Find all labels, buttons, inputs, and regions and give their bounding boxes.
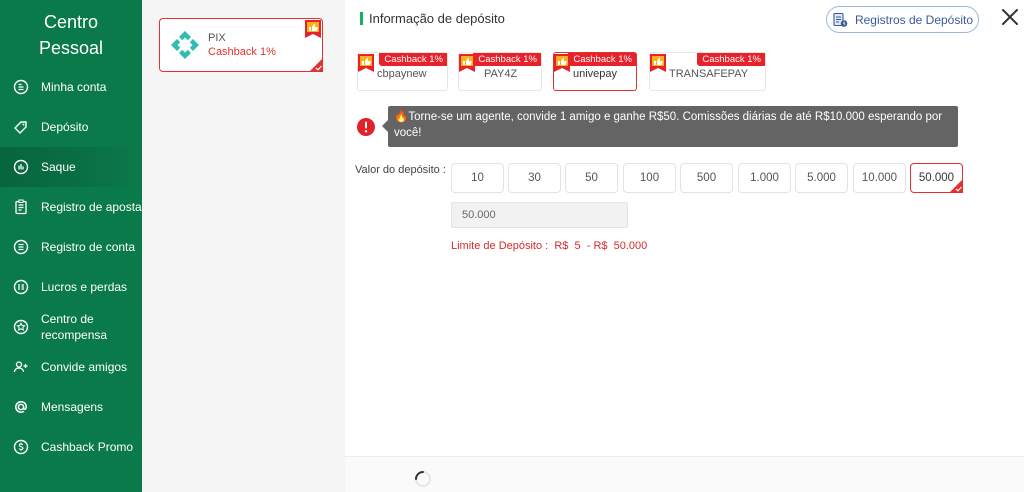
amount-option-500[interactable]: 500 [680, 163, 733, 193]
sidebar-item-label: Lucros e perdas [41, 280, 128, 294]
amount-option-10[interactable]: 10 [451, 163, 504, 193]
amount-option-50000[interactable]: 50.000 [910, 163, 963, 193]
agent-promo-tooltip: 🔥Torne-se um agente, convide 1 amigo e g… [382, 106, 958, 147]
selected-check-icon [949, 179, 963, 193]
invite-friends-icon [12, 358, 30, 376]
sidebar-item-label: Minha conta [41, 80, 107, 94]
sidebar-item-label: Registro de conta [41, 240, 136, 254]
sidebar-item-lucros-perdas[interactable]: Lucros e perdas [0, 267, 142, 307]
sidebar-item-minha-conta[interactable]: Minha conta [0, 67, 142, 107]
payment-method-name: PIX [208, 32, 226, 44]
provider-name: cbpaynew [377, 68, 427, 80]
at-sign-icon [12, 398, 30, 416]
loading-spinner-icon [415, 471, 431, 487]
amount-option-100[interactable]: 100 [623, 163, 676, 193]
provider-name: TRANSAFEPAY [669, 68, 749, 80]
amount-option-10000[interactable]: 10.000 [853, 163, 906, 193]
sidebar-item-label: Saque [41, 160, 76, 174]
sidebar-item-mensagens[interactable]: Mensagens [0, 387, 142, 427]
sidebar-item-label: Mensagens [41, 400, 104, 414]
deposit-amount-input[interactable] [451, 202, 628, 228]
sidebar-item-centro-recompensa[interactable]: Centro de recompensa [0, 307, 142, 347]
sidebar-item-cashback-promo[interactable]: Cashback Promo [0, 427, 142, 467]
sidebar-item-saque[interactable]: Saque [0, 147, 142, 187]
title-accent-bar [360, 12, 363, 25]
pix-logo-icon [171, 31, 199, 59]
sidebar-item-convide-amigos[interactable]: Convide amigos [0, 347, 142, 387]
page-title: Informação de depósito [369, 11, 505, 26]
sidebar-item-label: Depósito [41, 120, 89, 134]
amount-option-1000[interactable]: 1.000 [738, 163, 791, 193]
bet-record-icon [12, 198, 30, 216]
cashback-tag: Cashback 1% [568, 53, 636, 66]
user-circle-icon [12, 78, 30, 96]
payment-method-pix[interactable]: PIX Cashback 1% [159, 18, 323, 72]
provider-name: PAY4Z [484, 68, 518, 80]
provider-name: univepay [573, 68, 618, 80]
sidebar-item-registro-conta[interactable]: Registro de conta [0, 227, 142, 267]
provider-transafepay[interactable]: Cashback 1% TRANSAFEPAY [649, 52, 766, 91]
payment-method-cashback: Cashback 1% [208, 46, 276, 58]
sidebar-title-line1: Centro [43, 12, 99, 32]
sidebar-item-label: Registro de apostas [41, 200, 148, 214]
sidebar-item-deposito[interactable]: Depósito [0, 107, 142, 147]
close-icon[interactable] [1000, 7, 1020, 27]
selected-check-icon [309, 58, 323, 72]
sidebar-title-line2: Pessoal [38, 38, 104, 58]
document-record-icon [833, 12, 848, 27]
amount-option-5000[interactable]: 5.000 [795, 163, 848, 193]
amount-option-30[interactable]: 30 [508, 163, 561, 193]
withdraw-chart-icon [12, 158, 30, 176]
deposit-limit-text: Limite de Depósito : R$ 5 - R$ 50.000 [451, 240, 648, 252]
cashback-icon [12, 438, 30, 456]
provider-cbpaynew[interactable]: Cashback 1% cbpaynew [357, 52, 448, 91]
warning-icon[interactable] [356, 117, 376, 137]
profit-loss-icon [12, 278, 30, 296]
deposit-records-button[interactable]: Registros de Depósito [826, 6, 979, 33]
sidebar-item-registro-apostas[interactable]: Registro de apostas [0, 187, 148, 227]
footer-bar [345, 457, 1024, 492]
thumbs-up-badge-icon [650, 54, 666, 72]
sidebar-item-label: Convide amigos [41, 360, 128, 374]
deposit-tag-icon [12, 118, 30, 136]
sidebar-item-label: Centro de recompensa [41, 312, 108, 342]
thumbs-up-badge-icon [358, 54, 374, 72]
deposit-amount-label: Valor do depósito : [355, 164, 446, 176]
fire-icon: 🔥 [394, 111, 409, 123]
sidebar-item-label: Cashback Promo [41, 440, 134, 454]
cashback-tag: Cashback 1% [473, 53, 541, 66]
reward-center-icon [12, 318, 30, 336]
payment-method-panel: PIX Cashback 1% [142, 0, 345, 492]
agent-promo-text: Torne-se um agente, convide 1 amigo e ga… [394, 111, 943, 139]
cashback-tag: Cashback 1% [697, 53, 765, 66]
deposit-records-label: Registros de Depósito [854, 12, 974, 27]
thumbs-up-badge-icon [305, 20, 321, 38]
provider-pay4z[interactable]: Cashback 1% PAY4Z [458, 52, 542, 91]
provider-univepay[interactable]: Cashback 1% univepay [553, 52, 637, 91]
sidebar-title: Centro Pessoal [0, 0, 142, 70]
account-record-icon [12, 238, 30, 256]
cashback-tag: Cashback 1% [379, 53, 447, 66]
deposit-info-panel: Informação de depósito Registros de Depó… [345, 0, 1024, 492]
sidebar: Centro Pessoal Minha conta Depósito Saqu… [0, 0, 148, 492]
amount-option-50[interactable]: 50 [565, 163, 618, 193]
